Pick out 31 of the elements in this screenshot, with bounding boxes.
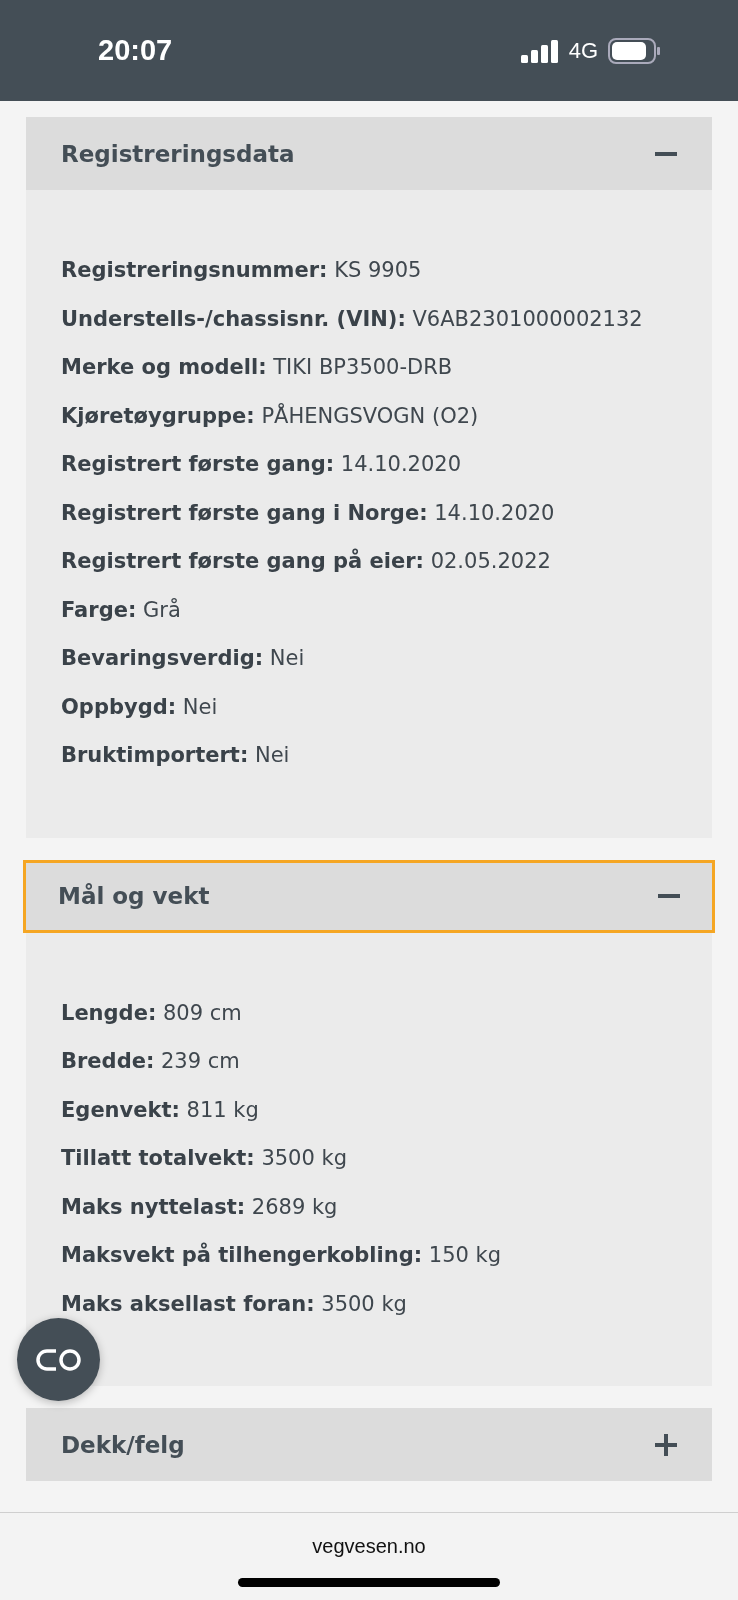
data-row-text: Understells-/chassisnr. (VIN): V6AB2301000002132 [61, 305, 644, 333]
data-row-text: Egenvekt: 811 kg [61, 1096, 260, 1124]
data-row-text: Bevaringsverdig: Nei [61, 645, 306, 672]
data-row-text: Registrert første gang på eier: 02.05.2022 [61, 547, 552, 575]
battery-icon [608, 37, 660, 64]
address-bar-url[interactable]: vegvesen.no [312, 1535, 426, 1558]
data-row-text: Farge: Grå [61, 596, 182, 624]
status-time: 20:07 [98, 34, 173, 67]
data-row-text: Tillatt totalvekt: 3500 kg [61, 1145, 348, 1172]
expand-icon [655, 1433, 677, 1456]
section-header[interactable]: Registreringsdata [26, 117, 712, 190]
data-row-text: Maks aksellast foran: 3500 kg [61, 1290, 408, 1318]
signal-icon [520, 38, 559, 63]
data-row-text: Oppbygd: Nei [61, 693, 219, 721]
data-row-text: Maks nyttelast: 2689 kg [61, 1193, 339, 1221]
data-row-text: Registreringsnummer: KS 9905 [61, 257, 423, 284]
section-header[interactable]: Mål og vekt [23, 859, 715, 933]
data-row-text: Registrert første gang i Norge: 14.10.2020 [61, 499, 556, 527]
data-row-text: Merke og modell: TIKI BP3500-DRB [61, 354, 454, 381]
data-row-text: Kjøretøygruppe: PÅHENGSVOGN (O2) [61, 402, 480, 430]
toggle-icon [35, 1348, 82, 1371]
data-row-text: Lengde: 809 cm [61, 999, 243, 1027]
data-row-text: Bredde: 239 cm [61, 1048, 241, 1075]
network-type: 4G [568, 37, 598, 64]
data-row-text: Registrert første gang: 14.10.2020 [61, 451, 463, 478]
data-row-text: Maksvekt på tilhengerkobling: 150 kg [61, 1241, 503, 1269]
data-row-text: Bruktimportert: Nei [61, 742, 291, 769]
chat-button[interactable] [17, 1318, 100, 1401]
collapse-icon [655, 151, 677, 156]
section-header[interactable]: Dekk/felg [26, 1408, 712, 1481]
collapse-icon [658, 894, 680, 898]
